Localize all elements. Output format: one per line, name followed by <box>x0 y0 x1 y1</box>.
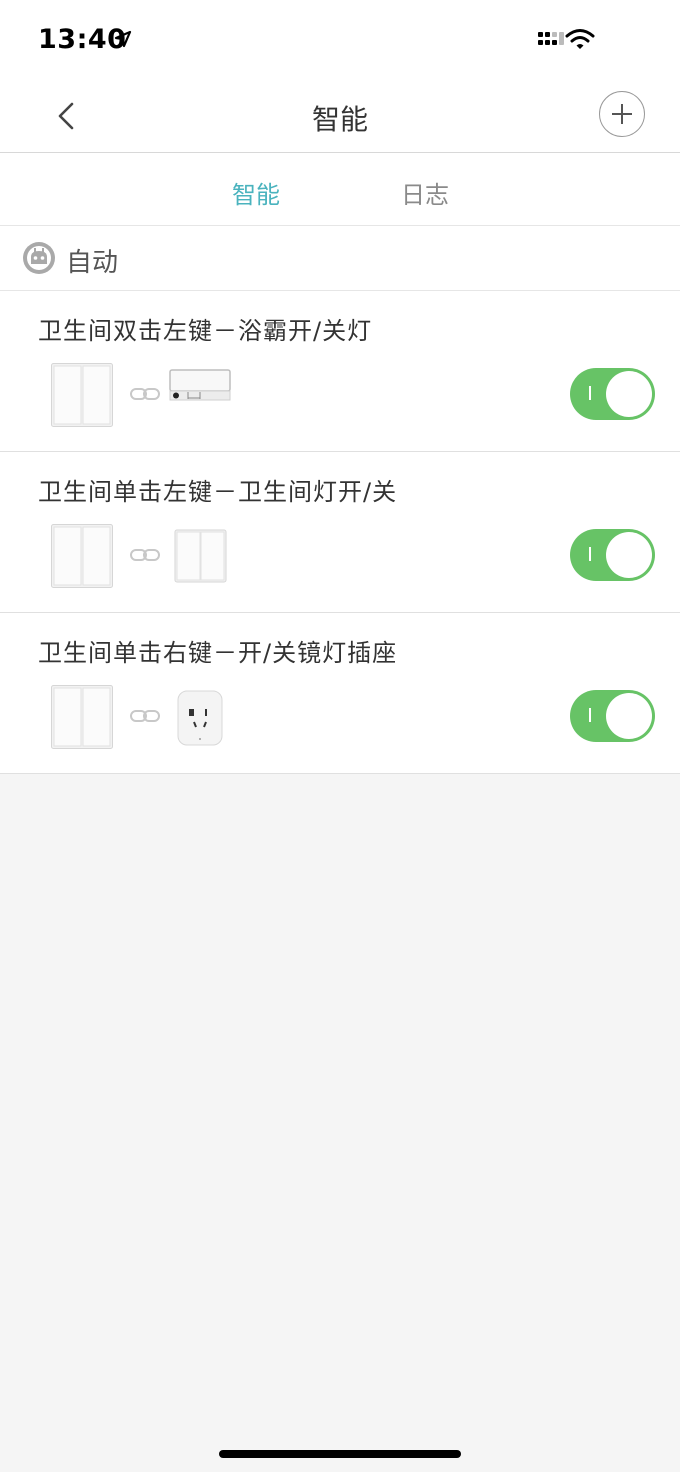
page-title: 智能 <box>311 103 368 136</box>
wall-switch-small-icon <box>174 529 227 583</box>
link-icon <box>130 549 160 561</box>
tab-bar: 智能 日志 <box>0 153 680 226</box>
toggle-knob <box>606 532 652 578</box>
wall-switch-icon <box>51 524 113 588</box>
wall-switch-icon <box>51 363 113 427</box>
status-bar: 13:40 <box>0 0 680 80</box>
nav-bar: 智能 <box>0 80 680 153</box>
section-label: 自动 <box>66 248 119 278</box>
smart-plug-icon <box>177 690 223 746</box>
rule-title: 卫生间双击左键－浴霸开/关灯 <box>38 317 373 345</box>
wall-switch-icon <box>51 685 113 749</box>
rule-title: 卫生间单击右键－开/关镜灯插座 <box>38 639 398 667</box>
toggle-knob <box>606 371 652 417</box>
cellular-signal-icon <box>538 32 564 45</box>
rule-title: 卫生间单击左键－卫生间灯开/关 <box>38 478 398 506</box>
add-button[interactable] <box>599 91 645 137</box>
robot-icon <box>23 242 55 274</box>
home-indicator[interactable] <box>219 1450 461 1458</box>
section-header-auto: 自动 <box>0 226 680 291</box>
toggle-on-mark <box>589 547 591 561</box>
rule-toggle[interactable] <box>570 529 655 581</box>
automation-rule[interactable]: 卫生间单击左键－卫生间灯开/关 <box>0 452 680 613</box>
rule-toggle[interactable] <box>570 368 655 420</box>
rule-toggle[interactable] <box>570 690 655 742</box>
plus-icon <box>612 104 632 124</box>
tab-log[interactable]: 日志 <box>401 175 449 210</box>
bath-heater-icon <box>169 369 231 401</box>
automation-rule[interactable]: 卫生间单击右键－开/关镜灯插座 <box>0 613 680 774</box>
wifi-icon <box>565 29 595 49</box>
toggle-on-mark <box>589 708 591 722</box>
tab-smart[interactable]: 智能 <box>232 175 280 210</box>
header: 13:40 智能 智能 日志 自动 卫生间双击左键－浴霸开/关灯 卫生间单击左键… <box>0 0 680 774</box>
automation-rule[interactable]: 卫生间双击左键－浴霸开/关灯 <box>0 291 680 452</box>
location-arrow-icon <box>114 30 132 48</box>
link-icon <box>130 710 160 722</box>
link-icon <box>130 388 160 400</box>
toggle-knob <box>606 693 652 739</box>
toggle-on-mark <box>589 386 591 400</box>
